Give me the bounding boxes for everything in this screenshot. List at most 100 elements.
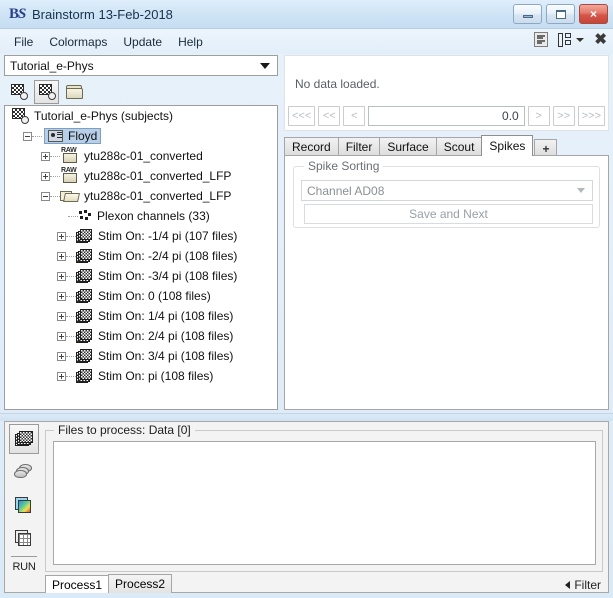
tree-row[interactable]: Stim On: -2/4 pi (108 files) — [5, 246, 277, 266]
close-all-figures-icon[interactable]: ✖ — [594, 33, 607, 47]
tree-node-selected[interactable]: Floyd — [44, 128, 101, 144]
title-bar: BS Brainstorm 13-Feb-2018 × — [0, 0, 613, 29]
layout-button[interactable] — [558, 33, 584, 47]
expand-toggle[interactable] — [57, 332, 66, 341]
tree-connector — [66, 256, 76, 257]
collapse-toggle[interactable] — [23, 132, 32, 141]
nav-forward-page-button[interactable]: >> — [553, 106, 575, 126]
tree-row[interactable]: Floyd — [5, 126, 277, 146]
tree-row[interactable]: Stim On: -3/4 pi (108 files) — [5, 266, 277, 286]
tree-row[interactable]: Stim On: 2/4 pi (108 files) — [5, 326, 277, 346]
open-folder-icon — [60, 189, 79, 203]
tree-connector — [66, 236, 76, 237]
tree-row[interactable]: Stim On: 1/4 pi (108 files) — [5, 306, 277, 326]
database-tree[interactable]: Tutorial_e-Phys (subjects) Floyd RAW ytu… — [4, 105, 278, 410]
functional-conditions-view-button[interactable] — [62, 80, 87, 104]
expand-toggle[interactable] — [41, 152, 50, 161]
tree-connector — [50, 176, 60, 177]
expand-toggle[interactable] — [57, 372, 66, 381]
expand-toggle[interactable] — [57, 352, 66, 361]
tree-row[interactable]: ytu288c-01_converted_LFP — [5, 186, 277, 206]
menu-update[interactable]: Update — [115, 32, 170, 52]
subjects-icon — [11, 108, 29, 124]
tab-filter[interactable]: Filter — [338, 137, 381, 156]
tree-connector — [66, 336, 76, 337]
tree-row[interactable]: Stim On: 0 (108 files) — [5, 286, 277, 306]
save-and-next-button[interactable]: Save and Next — [304, 204, 593, 224]
anatomy-view-button[interactable] — [6, 80, 31, 104]
minimize-button[interactable] — [513, 4, 542, 24]
tab-spikes[interactable]: Spikes — [481, 135, 533, 156]
channel-select[interactable]: Channel AD08 — [301, 180, 593, 201]
files-to-process-group: Files to process: Data [0] — [45, 430, 603, 572]
tree-node-label: ytu288c-01_converted_LFP — [84, 189, 231, 203]
tree-connector — [66, 356, 76, 357]
tree-node-label: Plexon channels (33) — [97, 209, 210, 223]
close-button[interactable]: × — [579, 4, 608, 24]
chevron-down-icon — [576, 38, 584, 42]
maximize-button[interactable] — [546, 4, 575, 24]
tree-node-label: Stim On: -1/4 pi (107 files) — [98, 229, 237, 243]
layout-icon — [558, 33, 573, 47]
functional-subjects-view-button[interactable] — [34, 80, 59, 104]
expand-toggle[interactable] — [57, 252, 66, 261]
matrix-button[interactable] — [9, 523, 39, 553]
expand-toggle[interactable] — [57, 232, 66, 241]
expand-toggle[interactable] — [41, 172, 50, 181]
tree-connector — [66, 276, 76, 277]
database-explorer-panel: Tutorial_e-Phys Tutorial_e-Phys (subject… — [4, 55, 278, 410]
stim-stack-icon — [76, 309, 93, 324]
tree-row[interactable]: Stim On: pi (108 files) — [5, 366, 277, 386]
stim-stack-icon — [76, 269, 93, 284]
tab-scout[interactable]: Scout — [436, 137, 483, 156]
tree-node-label: Stim On: 2/4 pi (108 files) — [98, 329, 233, 343]
process-panel: RUN Files to process: Data [0] Process1 … — [4, 421, 609, 593]
window-title: Brainstorm 13-Feb-2018 — [32, 7, 173, 22]
nav-back-all-button[interactable]: <<< — [288, 106, 315, 126]
conditions-folder-icon — [66, 85, 83, 99]
tree-node-label: Stim On: 0 (108 files) — [98, 289, 211, 303]
timefreq-button[interactable] — [9, 490, 39, 520]
tree-connector — [66, 376, 76, 377]
tree-node-label: Stim On: 1/4 pi (108 files) — [98, 309, 233, 323]
time-value-input[interactable]: 0.0 — [368, 106, 524, 126]
tree-row[interactable]: Stim On: -1/4 pi (107 files) — [5, 226, 277, 246]
tree-row[interactable]: Plexon channels (33) — [5, 206, 277, 226]
menu-file[interactable]: File — [6, 32, 41, 52]
menu-help[interactable]: Help — [170, 32, 211, 52]
run-button[interactable]: RUN — [7, 561, 41, 573]
minimize-icon — [523, 15, 533, 18]
tab-surface[interactable]: Surface — [379, 137, 436, 156]
filter-toggle[interactable]: Filter — [565, 578, 601, 592]
nav-forward-one-button[interactable]: > — [528, 106, 550, 126]
tree-row[interactable]: RAW ytu288c-01_converted — [5, 146, 277, 166]
expand-toggle[interactable] — [57, 312, 66, 321]
nav-back-page-button[interactable]: << — [318, 106, 340, 126]
tab-process1[interactable]: Process1 — [45, 575, 109, 593]
expand-toggle[interactable] — [57, 272, 66, 281]
menu-colormaps[interactable]: Colormaps — [41, 32, 115, 52]
chevron-left-icon — [565, 581, 570, 589]
list-icon[interactable] — [534, 32, 548, 47]
tree-row[interactable]: RAW ytu288c-01_converted_LFP — [5, 166, 277, 186]
tree-row[interactable]: Tutorial_e-Phys (subjects) — [5, 106, 277, 126]
tab-record[interactable]: Record — [284, 137, 339, 156]
recordings-button[interactable] — [9, 424, 39, 454]
stim-stack-icon — [76, 369, 93, 384]
protocol-select[interactable]: Tutorial_e-Phys — [4, 55, 278, 76]
channels-icon — [78, 210, 92, 222]
tab-add-button[interactable]: + — [534, 139, 557, 156]
sources-button[interactable] — [9, 457, 39, 487]
chevron-down-icon — [577, 188, 585, 193]
files-to-process-list[interactable] — [53, 441, 596, 565]
tab-process2[interactable]: Process2 — [108, 574, 172, 593]
panel-splitter[interactable] — [0, 413, 613, 421]
tree-node-label: Stim On: 3/4 pi (108 files) — [98, 349, 233, 363]
protocol-select-value: Tutorial_e-Phys — [10, 59, 94, 73]
nav-back-one-button[interactable]: < — [343, 106, 365, 126]
expand-toggle[interactable] — [57, 292, 66, 301]
process-type-toolbar: RUN — [7, 424, 41, 572]
nav-forward-all-button[interactable]: >>> — [578, 106, 605, 126]
collapse-toggle[interactable] — [41, 192, 50, 201]
tree-row[interactable]: Stim On: 3/4 pi (108 files) — [5, 346, 277, 366]
